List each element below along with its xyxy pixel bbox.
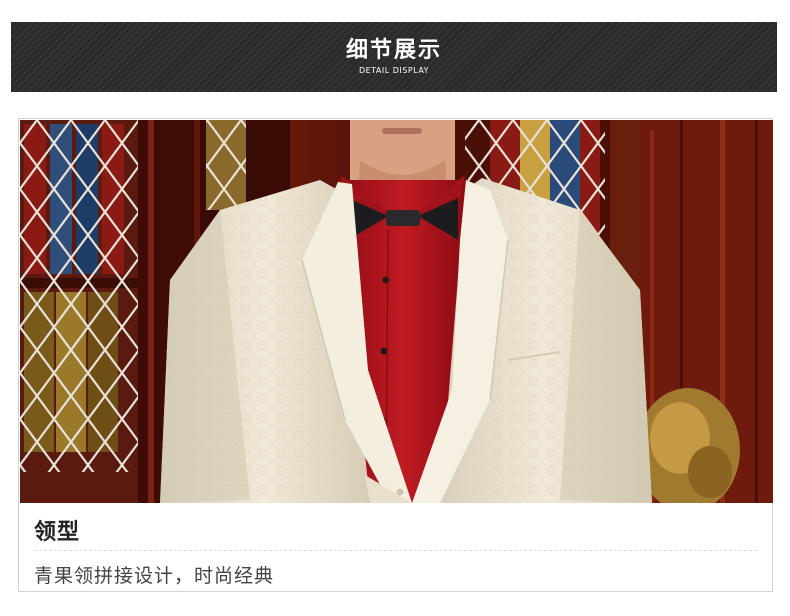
section-subtitle: DETAIL DISPLAY	[358, 66, 430, 75]
product-photo	[20, 120, 773, 503]
section-title: 细节展示	[345, 38, 442, 63]
detail-card: 领型 青果领拼接设计，时尚经典	[18, 118, 773, 592]
dashed-divider	[34, 550, 757, 551]
section-header: 细节展示 DETAIL DISPLAY	[11, 22, 777, 92]
detail-description: 青果领拼接设计，时尚经典	[34, 565, 275, 587]
detail-title: 领型	[34, 520, 81, 545]
